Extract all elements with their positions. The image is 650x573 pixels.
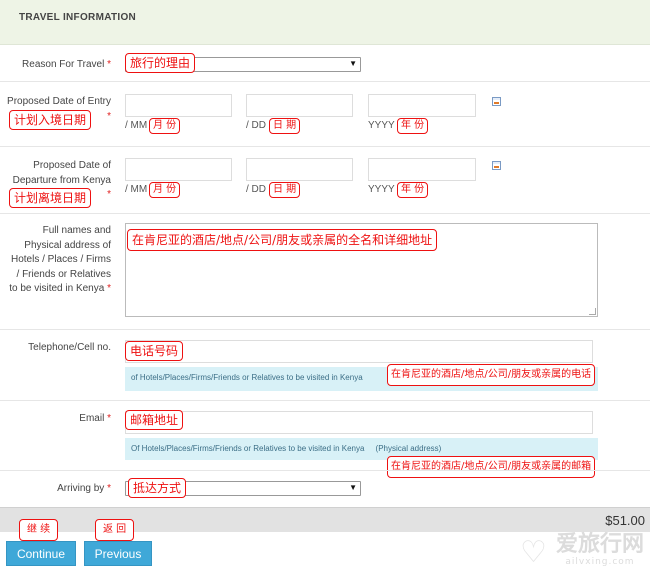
email-hint-annotation: 在肯尼亚的酒店/地点/公司/朋友或亲属的邮箱 <box>387 456 596 478</box>
address-label: Full names and Physical address of Hotel… <box>9 225 111 294</box>
heart-logo-icon: ♡ <box>519 535 547 570</box>
section-title: TRAVEL INFORMATION <box>19 12 137 23</box>
divider <box>0 470 650 471</box>
departure-dd-annotation: 日 期 <box>269 182 301 198</box>
email-annotation: 邮箱地址 <box>125 410 184 430</box>
divider <box>0 81 650 82</box>
arriving-by-annotation: 抵达方式 <box>128 478 187 498</box>
departure-dd-label: / DD <box>246 184 266 195</box>
departure-date-annotation: 计划离境日期 <box>9 188 92 208</box>
previous-button[interactable]: Previous <box>84 541 152 566</box>
resize-grip-icon[interactable] <box>589 308 596 315</box>
entry-month-input[interactable] <box>125 94 232 117</box>
departure-month-input[interactable] <box>125 158 232 181</box>
chevron-down-icon: ▼ <box>349 483 357 492</box>
departure-yyyy-label: YYYY <box>368 184 395 195</box>
telephone-annotation: 电话号码 <box>125 341 184 361</box>
departure-mm-label: / MM <box>125 184 148 195</box>
reason-label: Reason For Travel * <box>22 59 111 70</box>
departure-yyyy-annotation: 年 份 <box>397 182 429 198</box>
continue-button[interactable]: Continue <box>6 541 76 566</box>
entry-mm-annotation: 月 份 <box>149 118 181 134</box>
previous-annotation: 返 回 <box>95 519 135 541</box>
continue-annotation: 继 续 <box>19 519 59 541</box>
arriving-by-label: Arriving by * <box>57 483 111 494</box>
departure-day-input[interactable] <box>246 158 353 181</box>
entry-year-input[interactable] <box>368 94 476 117</box>
divider <box>0 213 650 214</box>
address-annotation: 在肯尼亚的酒店/地点/公司/朋友或亲属的全名和详细地址 <box>127 229 438 251</box>
entry-day-input[interactable] <box>246 94 353 117</box>
entry-dd-annotation: 日 期 <box>269 118 301 134</box>
watermark: ♡ 爱旅行网 ailvxing.com <box>520 532 644 571</box>
entry-yyyy-annotation: 年 份 <box>397 118 429 134</box>
divider <box>0 146 650 147</box>
entry-dd-label: / DD <box>246 120 266 131</box>
calendar-icon[interactable] <box>492 161 501 170</box>
entry-mm-label: / MM <box>125 120 148 131</box>
calendar-icon[interactable] <box>492 97 501 106</box>
telephone-hint-annotation: 在肯尼亚的酒店/地点/公司/朋友或亲属的电话 <box>387 364 596 386</box>
departure-year-input[interactable] <box>368 158 476 181</box>
email-input[interactable] <box>125 411 593 434</box>
email-label: Email * <box>79 413 111 424</box>
telephone-label: Telephone/Cell no. <box>28 342 111 353</box>
chevron-down-icon: ▼ <box>349 59 357 68</box>
entry-yyyy-label: YYYY <box>368 120 395 131</box>
entry-date-annotation: 计划入境日期 <box>9 110 92 130</box>
reason-annotation: 旅行的理由 <box>125 53 196 73</box>
price-total: $51.00 <box>605 513 645 528</box>
divider <box>0 329 650 330</box>
telephone-input[interactable] <box>125 340 593 363</box>
watermark-logo-text: 爱旅行网 <box>555 532 644 557</box>
departure-mm-annotation: 月 份 <box>149 182 181 198</box>
divider <box>0 400 650 401</box>
watermark-url: ailvxing.com <box>565 557 635 567</box>
section-header: TRAVEL INFORMATION <box>0 0 650 45</box>
